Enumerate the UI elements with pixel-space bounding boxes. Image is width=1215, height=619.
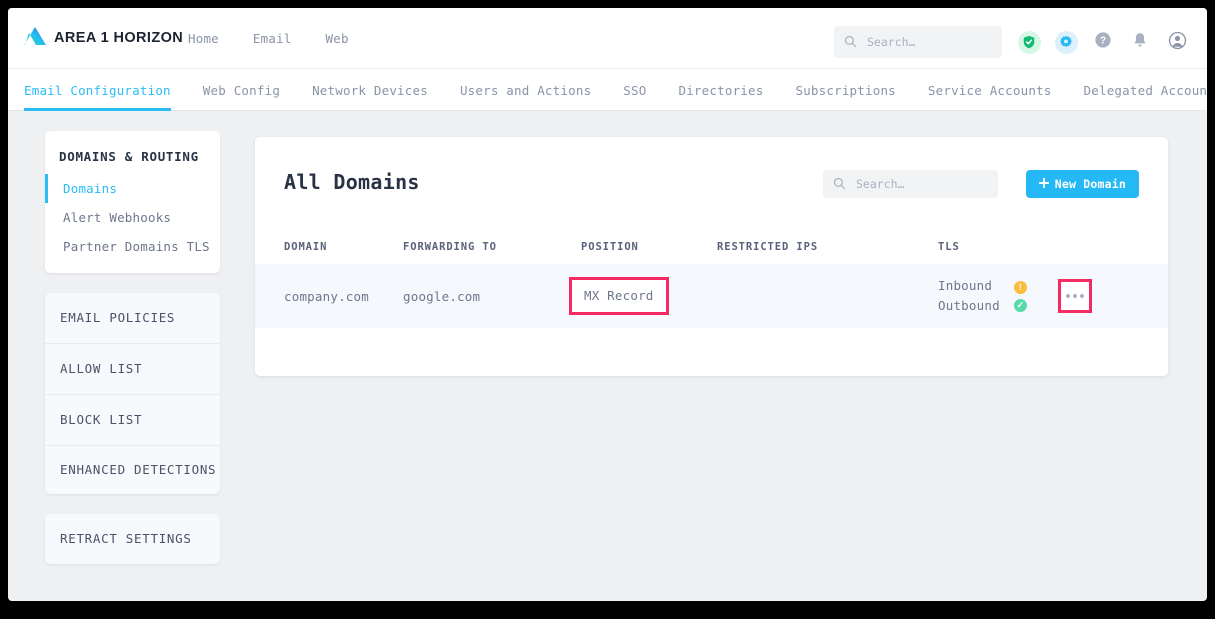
cell-actions (1058, 279, 1168, 313)
tab-users-and-actions[interactable]: Users and Actions (460, 69, 591, 111)
sidebar-card-retract: RETRACT SETTINGS (45, 514, 220, 564)
global-search-input[interactable] (865, 34, 989, 50)
tab-service-accounts[interactable]: Service Accounts (928, 69, 1052, 111)
tls-outbound-check-icon: ✓ (1014, 299, 1027, 312)
topnav-item-web[interactable]: Web (326, 31, 349, 46)
shield-check-button[interactable] (1017, 30, 1041, 54)
topnav-item-email[interactable]: Email (253, 31, 292, 46)
search-icon (833, 175, 846, 194)
help-circle-icon: ? (1094, 31, 1112, 53)
column-header-tls: TLS (938, 241, 1058, 253)
bell-icon (1132, 32, 1148, 53)
sidebar-card-domains-routing: DOMAINS & ROUTING Domains Alert Webhooks… (45, 131, 220, 273)
sidebar-item-retract-settings[interactable]: RETRACT SETTINGS (45, 514, 220, 564)
shield-check-icon (1018, 31, 1041, 54)
notifications-button[interactable] (1128, 30, 1152, 54)
user-account-button[interactable] (1165, 30, 1189, 54)
user-avatar-icon (1168, 31, 1187, 54)
settings-button[interactable] (1054, 30, 1078, 54)
tab-email-configuration[interactable]: Email Configuration (24, 69, 171, 111)
cell-forwarding-to: google.com (403, 289, 581, 304)
sidebar-item-block-list[interactable]: BLOCK LIST (45, 395, 220, 446)
brand-name: AREA 1 HORIZON (54, 30, 183, 46)
position-highlight-box: MX Record (569, 277, 669, 315)
column-header-domain: DOMAIN (255, 241, 403, 253)
sidebar: DOMAINS & ROUTING Domains Alert Webhooks… (45, 131, 220, 584)
tls-inbound-warning-icon: ! (1014, 281, 1027, 294)
app-window: AREA 1 HORIZON Home Email Web (8, 8, 1207, 601)
svg-text:?: ? (1100, 36, 1106, 47)
domains-search[interactable] (823, 170, 998, 198)
domains-table: DOMAIN FORWARDING TO POSITION RESTRICTED… (255, 230, 1168, 328)
brand-logo[interactable]: AREA 1 HORIZON (24, 26, 183, 50)
kebab-dot (1066, 294, 1070, 298)
content-area: DOMAINS & ROUTING Domains Alert Webhooks… (8, 111, 1207, 601)
column-header-restricted-ips: RESTRICTED IPS (717, 241, 938, 253)
search-icon (844, 33, 857, 52)
tab-delegated-accounts[interactable]: Delegated Accounts (1084, 69, 1207, 111)
cell-position: MX Record (581, 277, 717, 315)
kebab-dot (1073, 294, 1077, 298)
cell-tls: Inbound Outbound ! ✓ (938, 276, 1058, 316)
top-icon-group: ? (1017, 26, 1189, 58)
top-navigation: Home Email Web (188, 8, 349, 68)
tab-directories[interactable]: Directories (678, 69, 763, 111)
new-domain-button[interactable]: New Domain (1026, 170, 1139, 198)
column-header-position: POSITION (581, 241, 717, 253)
tab-network-devices[interactable]: Network Devices (312, 69, 428, 111)
sidebar-item-partner-domains-tls[interactable]: Partner Domains TLS (45, 232, 220, 261)
tab-web-config[interactable]: Web Config (203, 69, 280, 111)
sidebar-group-title: DOMAINS & ROUTING (45, 145, 220, 174)
global-search[interactable] (834, 26, 1002, 58)
help-button[interactable]: ? (1091, 30, 1115, 54)
new-domain-label: New Domain (1055, 177, 1126, 191)
topnav-item-home[interactable]: Home (188, 31, 219, 46)
plus-icon (1039, 177, 1049, 191)
sidebar-card-policies: EMAIL POLICIES ALLOW LIST BLOCK LIST ENH… (45, 293, 220, 494)
triangle-mountain-logo-icon (24, 26, 48, 50)
table-row[interactable]: company.com google.com MX Record Inbound… (255, 264, 1168, 328)
tls-inbound-label: Inbound (938, 276, 1000, 296)
section-tab-bar: Email Configuration Web Config Network D… (8, 68, 1207, 111)
sidebar-item-email-policies[interactable]: EMAIL POLICIES (45, 293, 220, 344)
gear-icon (1055, 31, 1078, 54)
sidebar-item-allow-list[interactable]: ALLOW LIST (45, 344, 220, 395)
domains-search-input[interactable] (854, 176, 983, 192)
tab-subscriptions[interactable]: Subscriptions (795, 69, 895, 111)
page-title: All Domains (284, 170, 420, 194)
all-domains-panel: All Domains New Domain (255, 137, 1168, 376)
sidebar-item-enhanced-detections[interactable]: ENHANCED DETECTIONS (45, 446, 220, 494)
column-header-forwarding-to: FORWARDING TO (403, 241, 581, 253)
cell-domain: company.com (255, 289, 403, 304)
tab-sso[interactable]: SSO (623, 69, 646, 111)
tls-outbound-label: Outbound (938, 296, 1000, 316)
sidebar-item-domains[interactable]: Domains (45, 174, 220, 203)
sidebar-item-alert-webhooks[interactable]: Alert Webhooks (45, 203, 220, 232)
kebab-dot (1080, 294, 1084, 298)
kebab-menu-icon[interactable] (1058, 279, 1092, 313)
table-header-row: DOMAIN FORWARDING TO POSITION RESTRICTED… (255, 230, 1168, 264)
top-bar: AREA 1 HORIZON Home Email Web (8, 8, 1207, 68)
